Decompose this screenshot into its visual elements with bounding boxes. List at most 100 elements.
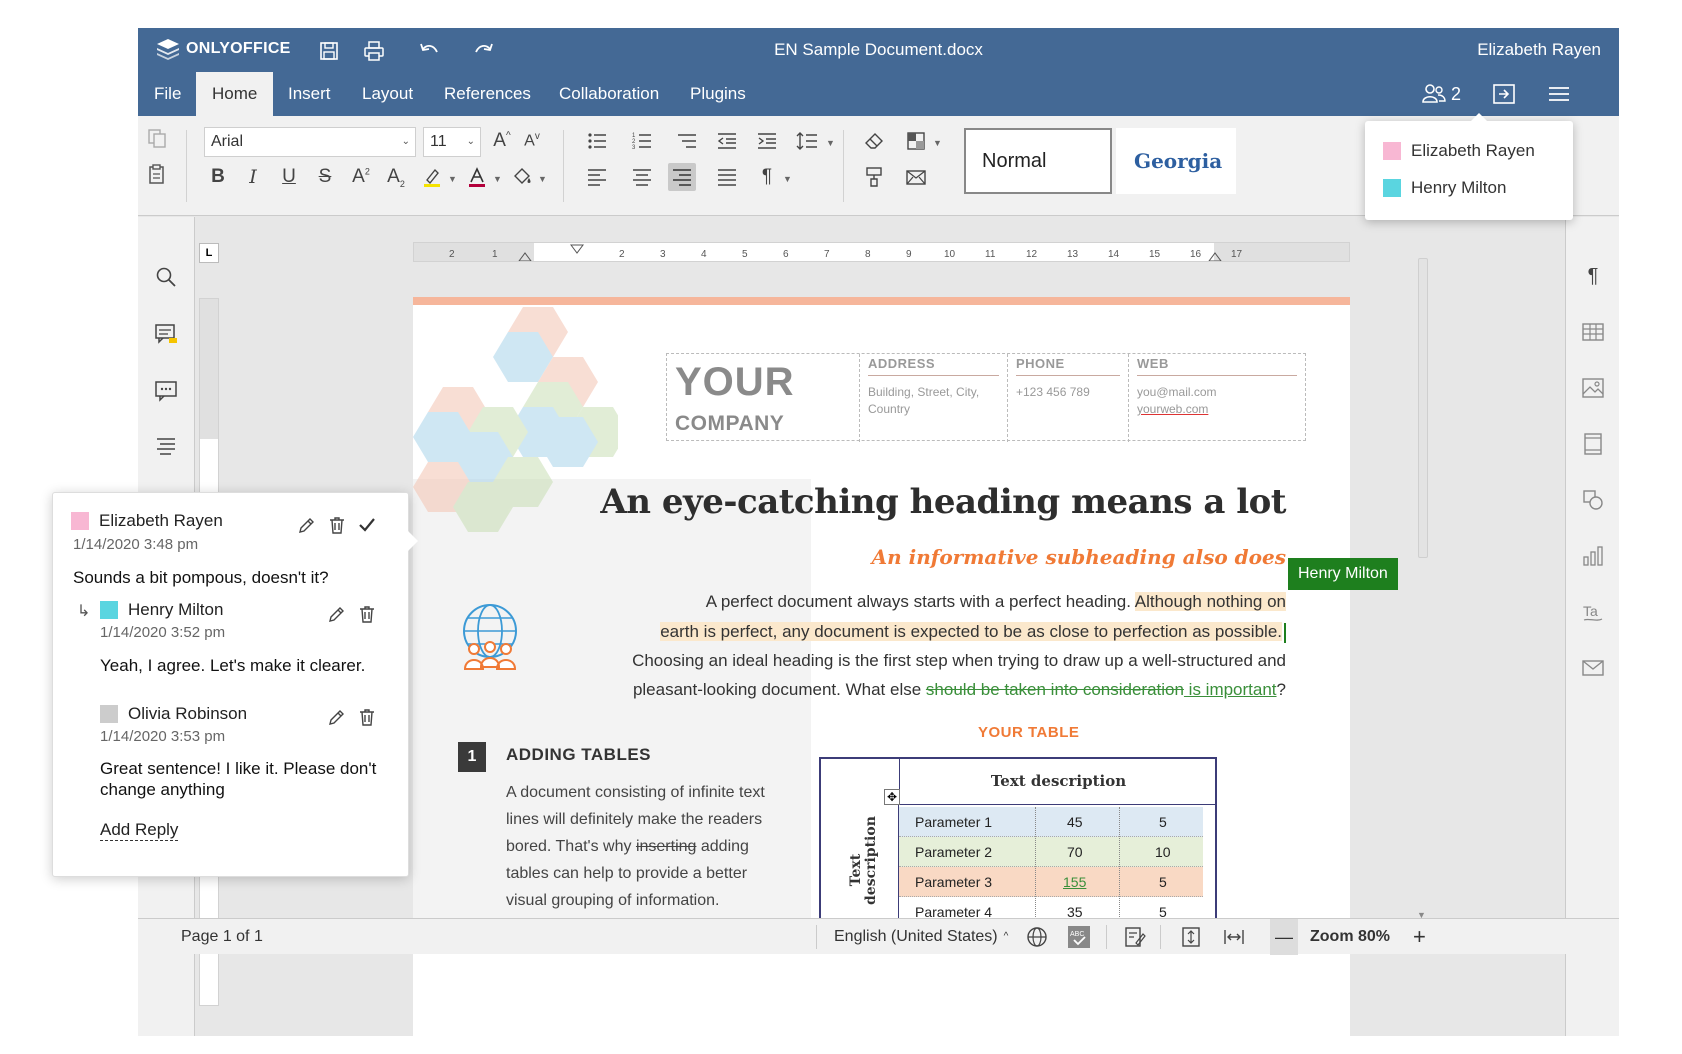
underline-button[interactable]: U	[275, 163, 303, 191]
table-move-handle[interactable]: ✥	[884, 789, 900, 805]
fit-page-button[interactable]	[1180, 919, 1202, 955]
search-button[interactable]	[152, 263, 180, 291]
edit-icon[interactable]	[327, 604, 347, 624]
users-button[interactable]: 2	[1421, 81, 1461, 107]
zoom-in-button[interactable]: +	[1413, 919, 1426, 955]
copy-button[interactable]	[143, 124, 171, 152]
align-left-icon	[588, 169, 606, 186]
spell-check-button[interactable]: ABC	[1068, 919, 1090, 955]
style-normal[interactable]: Normal	[964, 128, 1112, 194]
justify-button[interactable]	[713, 163, 741, 191]
comments-button[interactable]	[152, 320, 180, 348]
style-georgia[interactable]: Georgia	[1116, 128, 1236, 194]
chevron-down-icon[interactable]: ▼	[493, 174, 502, 184]
horizontal-ruler[interactable]: 2 1 2 3 4 5 6 7 8 9 10 11 12 13 14 15 16 17	[413, 242, 1350, 262]
tab-plugins[interactable]: Plugins	[674, 72, 762, 116]
decrease-indent-button[interactable]	[713, 127, 741, 155]
trash-icon[interactable]	[327, 515, 347, 535]
zoom-out-button[interactable]: —	[1270, 919, 1298, 955]
table-row[interactable]: Parameter 3 155 5	[899, 867, 1203, 897]
shape-icon	[1583, 490, 1603, 510]
table-settings-button[interactable]	[1580, 319, 1606, 345]
table-side-header: Text description	[821, 805, 899, 925]
mail-merge-settings-button[interactable]	[1580, 655, 1606, 681]
svg-text:3: 3	[632, 145, 636, 151]
vertical-scrollbar[interactable]: ▼	[1416, 228, 1430, 920]
tab-collaboration[interactable]: Collaboration	[543, 72, 675, 116]
bold-button[interactable]: B	[204, 163, 232, 191]
edit-icon[interactable]	[297, 515, 317, 535]
color-scheme-button[interactable]	[902, 127, 930, 155]
decrease-font-button[interactable]: Av	[518, 127, 546, 155]
highlight-color-button[interactable]	[418, 163, 446, 191]
text-art-settings-button[interactable]: Ta	[1580, 599, 1606, 625]
mail-merge-button[interactable]	[902, 163, 930, 191]
increase-font-button[interactable]: A^	[488, 127, 516, 155]
scrollbar-thumb[interactable]	[1418, 258, 1428, 558]
shape-settings-button[interactable]	[1580, 487, 1606, 513]
paste-button[interactable]	[143, 160, 171, 188]
online-user-name: Elizabeth Rayen	[1411, 141, 1535, 160]
chevron-down-icon[interactable]: ▼	[933, 138, 942, 148]
company-company-text: COMPANY	[675, 412, 785, 435]
trash-icon[interactable]	[357, 604, 377, 624]
header-footer-settings-button[interactable]	[1580, 431, 1606, 457]
chevron-down-icon[interactable]: ▼	[448, 174, 457, 184]
open-location-button[interactable]	[1491, 81, 1517, 107]
align-left-button[interactable]	[583, 163, 611, 191]
data-table[interactable]: Text description ✥ Text description Para…	[819, 757, 1217, 927]
nonprinting-characters-button[interactable]: ¶	[753, 163, 781, 191]
chevron-down-icon[interactable]: ▼	[538, 174, 547, 184]
resolve-check-icon[interactable]	[357, 515, 377, 535]
svg-text:13: 13	[1067, 249, 1079, 260]
chart-settings-button[interactable]	[1580, 543, 1606, 569]
edit-icon[interactable]	[327, 707, 347, 727]
font-name-combo[interactable]: Arial ⌄	[204, 127, 416, 157]
bullets-button[interactable]	[583, 127, 611, 155]
address-column: ADDRESS Building, Street, City, Country	[859, 354, 1007, 442]
chevron-down-icon[interactable]: ▼	[783, 174, 792, 184]
fit-width-icon	[1224, 930, 1244, 944]
fit-width-button[interactable]	[1223, 919, 1245, 955]
svg-text:10: 10	[944, 249, 956, 260]
strikethrough-button[interactable]: S	[311, 163, 339, 191]
font-size-combo[interactable]: 11 ⌄	[423, 127, 481, 157]
tab-insert[interactable]: Insert	[272, 72, 347, 116]
table-row[interactable]: Parameter 1 45 5	[899, 807, 1203, 837]
line-spacing-button[interactable]	[793, 127, 821, 155]
chat-button[interactable]	[152, 376, 180, 404]
table-row[interactable]: Parameter 2 70 10	[899, 837, 1203, 867]
tab-file[interactable]: File	[138, 72, 197, 116]
svg-text:14: 14	[1108, 249, 1120, 260]
paragraph-shading-button[interactable]	[508, 163, 536, 191]
more-menu-button[interactable]	[1546, 81, 1572, 107]
chevron-down-icon[interactable]: ▼	[826, 138, 835, 148]
align-right-button[interactable]	[668, 163, 696, 191]
document-language-button[interactable]	[1026, 919, 1048, 955]
tab-layout[interactable]: Layout	[346, 72, 429, 116]
numbering-button[interactable]: 123	[628, 127, 656, 155]
image-settings-button[interactable]	[1580, 375, 1606, 401]
italic-button[interactable]: I	[239, 163, 267, 191]
increase-indent-button[interactable]	[753, 127, 781, 155]
navigation-button[interactable]	[152, 432, 180, 460]
font-color-button[interactable]	[463, 163, 491, 191]
superscript-button[interactable]: A2	[347, 163, 375, 191]
tab-home[interactable]: Home	[196, 72, 274, 116]
page-indicator[interactable]: Page 1 of 1	[181, 919, 263, 955]
align-center-button[interactable]	[628, 163, 656, 191]
multilevel-list-button[interactable]	[673, 127, 701, 155]
tab-stop-selector[interactable]: L	[199, 243, 219, 263]
track-changes-button[interactable]	[1124, 919, 1146, 955]
trash-icon[interactable]	[357, 707, 377, 727]
copy-style-button[interactable]	[860, 163, 888, 191]
subscript-button[interactable]: A2	[382, 163, 410, 191]
paragraph-settings-button[interactable]: ¶	[1580, 263, 1606, 289]
reply-arrow-icon: ↳	[77, 603, 91, 620]
clear-style-button[interactable]	[860, 127, 888, 155]
language-selector[interactable]: English (United States) ^	[834, 919, 1008, 955]
fit-page-icon	[1182, 927, 1200, 947]
add-reply-link[interactable]: Add Reply	[100, 820, 179, 841]
tab-references[interactable]: References	[428, 72, 547, 116]
navigation-icon	[157, 438, 175, 455]
